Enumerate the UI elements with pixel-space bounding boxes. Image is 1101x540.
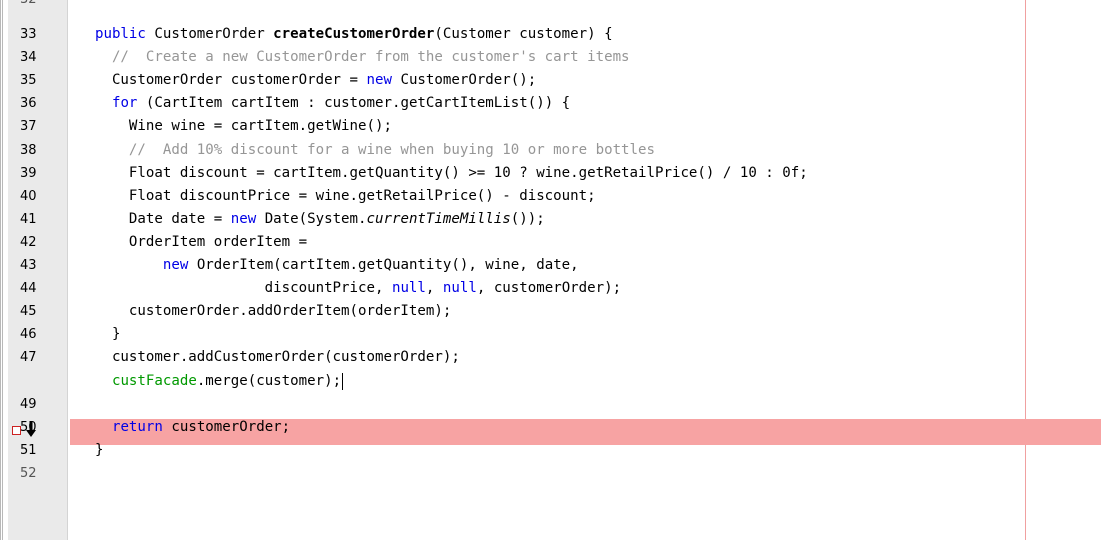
line-number-partial-top: 32: [16, 0, 54, 11]
code-token: ,: [425, 280, 443, 296]
code-token: Float discount = cartItem.getQuantity() …: [78, 165, 808, 181]
code-token: new: [230, 211, 265, 227]
code-line[interactable]: discountPrice, null, null, customerOrder…: [78, 277, 621, 300]
arrow-down-icon: [26, 421, 36, 437]
code-token: ());: [510, 211, 545, 227]
line-number: 46: [20, 327, 37, 342]
code-line[interactable]: Date date = new Date(System.currentTimeM…: [78, 208, 545, 231]
code-token: public: [78, 26, 155, 42]
code-line[interactable]: }: [78, 323, 121, 346]
code-line[interactable]: CustomerOrder customerOrder = new Custom…: [78, 69, 536, 92]
code-token: customerOrder;: [171, 419, 291, 435]
line-number: 40: [20, 189, 37, 204]
line-number: 33: [20, 27, 37, 42]
code-token: CustomerOrder();: [400, 72, 537, 88]
code-line[interactable]: new OrderItem(cartItem.getQuantity(), wi…: [78, 254, 579, 277]
code-token: Float discountPrice = wine.getRetailPric…: [78, 188, 596, 204]
code-token: new: [366, 72, 401, 88]
code-line[interactable]: Wine wine = cartItem.getWine();: [78, 115, 392, 138]
line-number: 49: [20, 397, 37, 412]
code-token: (CartItem cartItem : customer.getCartIte…: [145, 95, 571, 111]
code-token: // Create a new CustomerOrder from the c…: [78, 49, 630, 65]
code-token: OrderItem(cartItem.getQuantity(), wine, …: [196, 257, 579, 273]
code-token: custFacade: [111, 373, 197, 389]
line-number: 38: [20, 143, 37, 158]
code-line[interactable]: }: [78, 439, 104, 462]
line-number: 45: [20, 304, 37, 319]
line-number: 41: [20, 212, 37, 227]
code-line[interactable]: // Add 10% discount for a wine when buyi…: [78, 139, 655, 162]
code-token: CustomerOrder customerOrder =: [78, 72, 367, 88]
code-line[interactable]: return customerOrder;: [78, 416, 290, 439]
code-token: return: [111, 419, 172, 435]
code-token: null: [391, 280, 426, 296]
line-number: 34: [20, 50, 37, 65]
code-token: for: [111, 95, 146, 111]
code-line[interactable]: customer.addCustomerOrder(customerOrder)…: [78, 346, 460, 369]
code-token: currentTimeMillis: [366, 211, 511, 227]
line-number: 43: [20, 258, 37, 273]
code-token: Wine wine = cartItem.getWine();: [78, 118, 392, 134]
code-token: Date(System.: [264, 211, 367, 227]
line-number: 47: [20, 350, 37, 365]
code-token: // Add 10% discount for a wine when buyi…: [78, 142, 655, 158]
line-number: 42: [20, 235, 37, 250]
breakpoint-icon[interactable]: [12, 426, 21, 435]
editor-left-border: [0, 0, 5, 540]
code-line[interactable]: custFacade.merge(customer);: [78, 370, 344, 393]
code-line[interactable]: for (CartItem cartItem : customer.getCar…: [78, 92, 570, 115]
line-number: 39: [20, 166, 37, 181]
line-number: 44: [20, 281, 37, 296]
code-line[interactable]: Float discountPrice = wine.getRetailPric…: [78, 185, 596, 208]
code-token: (Customer customer) {: [434, 26, 613, 42]
line-number-partial-bottom: 52: [20, 466, 37, 481]
code-token: , customerOrder);: [476, 280, 622, 296]
line-number: 35: [20, 73, 37, 88]
code-token: customer.addCustomerOrder(customerOrder)…: [78, 349, 460, 365]
code-token: discountPrice,: [78, 280, 392, 296]
code-line[interactable]: Float discount = cartItem.getQuantity() …: [78, 162, 808, 185]
code-line[interactable]: customerOrder.addOrderItem(orderItem);: [78, 300, 451, 323]
line-number: 51: [20, 443, 37, 458]
code-token: customerOrder.addOrderItem(orderItem);: [78, 303, 452, 319]
line-number-gutter[interactable]: 32 3334353637383940414243444546474950515…: [8, 0, 68, 540]
right-margin-guide: [1025, 0, 1026, 540]
code-token: null: [442, 280, 477, 296]
code-token: }: [78, 326, 121, 342]
code-token: new: [162, 257, 197, 273]
code-line[interactable]: OrderItem orderItem =: [78, 231, 307, 254]
code-token: .merge(customer);: [196, 373, 342, 389]
code-token: CustomerOrder: [154, 26, 274, 42]
code-token: Date date =: [78, 211, 231, 227]
code-line[interactable]: // Create a new CustomerOrder from the c…: [78, 46, 630, 69]
line-number: 37: [20, 119, 37, 134]
text-caret: [342, 372, 344, 390]
code-line[interactable]: public CustomerOrder createCustomerOrder…: [78, 23, 613, 46]
code-token: OrderItem orderItem =: [78, 234, 308, 250]
code-token: }: [78, 442, 104, 458]
line-number: 36: [20, 96, 37, 111]
code-token: createCustomerOrder: [273, 26, 435, 42]
code-editor[interactable]: 32 3334353637383940414243444546474950515…: [0, 0, 1101, 540]
